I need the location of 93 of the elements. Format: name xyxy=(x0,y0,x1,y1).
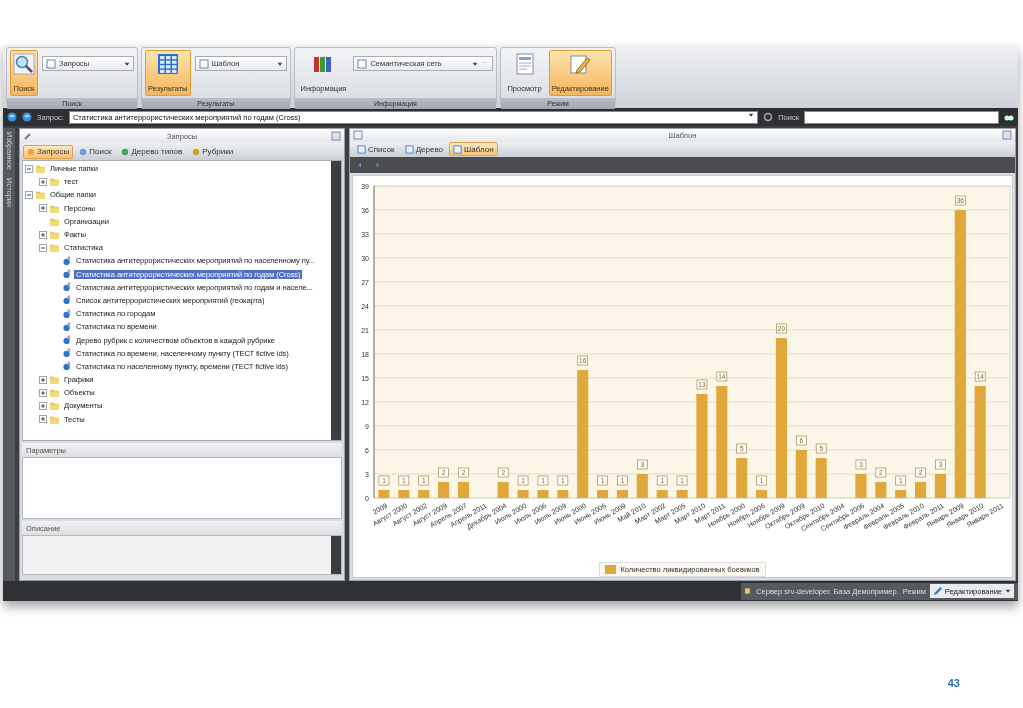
bar xyxy=(656,490,668,498)
bar xyxy=(596,490,608,498)
bar xyxy=(536,490,548,498)
bar xyxy=(397,490,409,498)
bar xyxy=(636,474,648,498)
tab[interactable]: Шаблон xyxy=(449,142,498,157)
bar xyxy=(497,482,509,498)
tab[interactable]: Список xyxy=(353,142,399,157)
globe-icon xyxy=(7,112,17,122)
bar xyxy=(914,482,926,498)
tab-icon xyxy=(121,147,130,156)
arrow-icon xyxy=(376,161,382,168)
pencil-icon xyxy=(932,586,942,596)
search-field[interactable] xyxy=(804,110,999,124)
tab-icon xyxy=(79,147,88,156)
tab-icon xyxy=(404,144,414,154)
bar xyxy=(377,490,389,498)
query-icon xyxy=(63,295,72,306)
tab-icon xyxy=(27,147,35,156)
query-icon xyxy=(63,361,72,372)
caret-icon xyxy=(124,60,130,67)
pencil-icon xyxy=(569,53,592,75)
tab-icon xyxy=(357,144,366,154)
caret-icon xyxy=(1005,588,1011,594)
folder-icon xyxy=(49,401,60,411)
collapse-icon[interactable] xyxy=(25,164,33,173)
collapse-icon[interactable] xyxy=(39,243,47,252)
query-icon xyxy=(63,269,72,280)
tab[interactable]: Запросы xyxy=(23,144,74,159)
tab-icon xyxy=(453,144,462,154)
caret-icon xyxy=(472,60,479,67)
bar xyxy=(934,474,946,498)
globe-icon xyxy=(22,112,32,122)
page-number: 43 xyxy=(947,677,960,689)
caret-icon xyxy=(276,60,283,67)
caret-icon xyxy=(748,111,755,118)
bar xyxy=(755,490,767,498)
table-icon xyxy=(156,53,179,75)
chart-icon xyxy=(353,130,363,141)
bar xyxy=(437,482,449,498)
folder-icon xyxy=(49,414,60,424)
bar xyxy=(676,490,688,498)
folder-icon xyxy=(49,243,60,253)
bar xyxy=(457,482,469,498)
bar xyxy=(874,482,886,498)
arrow-icon xyxy=(358,161,364,168)
expand-icon[interactable] xyxy=(39,204,47,213)
document-icon xyxy=(513,53,536,75)
bar xyxy=(556,490,568,498)
refresh-icon xyxy=(763,112,774,122)
expand-icon[interactable] xyxy=(39,177,47,186)
folder-icon xyxy=(35,164,46,174)
collapse-icon[interactable] xyxy=(25,190,33,199)
folder-icon xyxy=(49,230,60,240)
folder-icon xyxy=(49,388,60,398)
folder-icon xyxy=(35,190,46,200)
bar xyxy=(735,458,747,498)
bar xyxy=(894,490,906,498)
folder-icon xyxy=(49,177,60,187)
bar xyxy=(616,490,628,498)
folder-icon xyxy=(49,216,60,226)
tab[interactable]: Дерево xyxy=(400,142,447,157)
query-icon xyxy=(63,321,72,332)
magnifier-icon xyxy=(13,53,35,75)
tab[interactable]: Рубрики xyxy=(188,144,238,159)
tab-icon xyxy=(192,147,201,156)
query-icon xyxy=(63,255,72,266)
expand-icon[interactable] xyxy=(39,401,47,410)
document-icon xyxy=(357,58,368,69)
folder-icon xyxy=(49,203,60,213)
query-icon xyxy=(63,335,72,346)
expand-icon[interactable] xyxy=(39,415,47,424)
maximize-icon xyxy=(1002,130,1012,141)
caret-icon xyxy=(333,434,339,440)
tab[interactable]: Дерево типов xyxy=(117,144,187,159)
scrollbar[interactable] xyxy=(331,161,341,440)
expand-icon[interactable] xyxy=(39,388,47,397)
document-icon xyxy=(198,58,209,69)
expand-icon[interactable] xyxy=(39,230,47,239)
bar xyxy=(517,490,529,498)
document-icon xyxy=(46,58,56,69)
bar xyxy=(417,490,429,498)
bar xyxy=(815,458,827,498)
folder-icon xyxy=(49,375,60,385)
query-icon xyxy=(63,348,72,359)
bar xyxy=(795,450,807,498)
query-icon xyxy=(63,282,72,293)
database-icon xyxy=(745,586,753,596)
expand-icon[interactable] xyxy=(39,375,47,384)
query-icon xyxy=(63,308,72,319)
maximize-icon xyxy=(331,131,341,141)
tab[interactable]: Поиск xyxy=(75,144,116,159)
scrollbar[interactable] xyxy=(331,536,341,574)
